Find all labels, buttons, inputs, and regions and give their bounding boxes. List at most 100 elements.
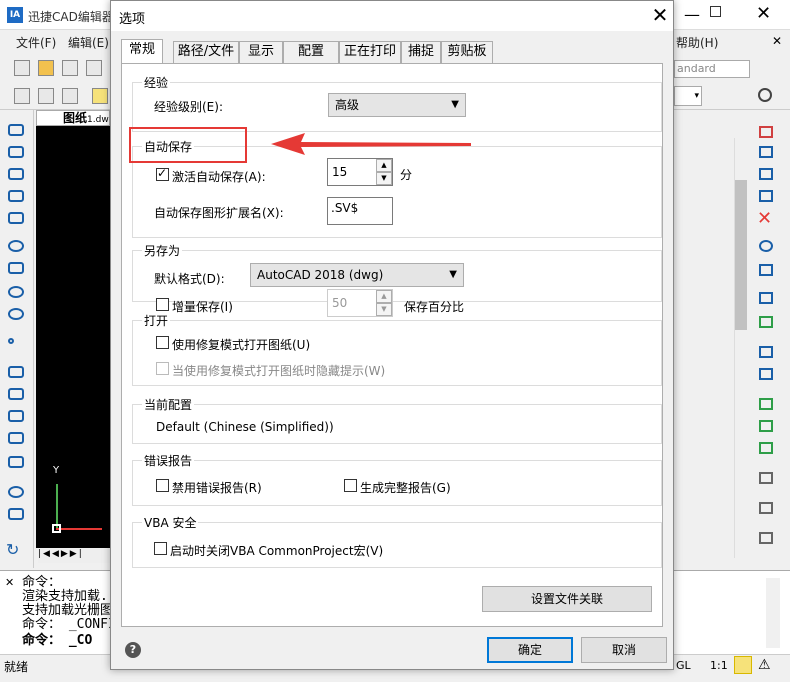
menu-help[interactable]: 帮助(H) xyxy=(676,34,718,51)
dialog-titlebar xyxy=(111,1,673,31)
array-tool-icon[interactable] xyxy=(759,346,773,358)
scale-tool-icon[interactable] xyxy=(759,398,773,410)
app-maximize-icon[interactable] xyxy=(710,6,721,17)
ok-button[interactable]: 确定 xyxy=(487,637,573,663)
sketch-tool-icon[interactable] xyxy=(8,212,24,224)
ellipse-arc-tool-icon[interactable] xyxy=(8,308,24,320)
cmd-scrollbar[interactable] xyxy=(766,578,780,648)
incremental-percent-label: 保存百分比 xyxy=(404,300,465,314)
layer-combo[interactable]: ▾ xyxy=(674,86,702,106)
tab-general[interactable]: 常规 xyxy=(121,39,163,63)
open-group-label: 打开 xyxy=(142,312,171,329)
autosave-ext-input[interactable]: .SV$ xyxy=(327,197,393,225)
tab-display[interactable]: 显示 xyxy=(239,41,283,63)
experience-level-select[interactable]: 高级 ▼ xyxy=(328,93,466,117)
save-icon[interactable] xyxy=(62,60,78,76)
arc-tool-icon[interactable] xyxy=(758,88,772,102)
incremental-save-checkbox[interactable] xyxy=(156,298,169,311)
rectangle-tool-icon[interactable] xyxy=(8,366,24,378)
cloud-tool-icon[interactable] xyxy=(8,456,24,468)
default-format-select[interactable]: AutoCAD 2018 (dwg) ▼ xyxy=(250,263,464,287)
polygon-tool-icon[interactable] xyxy=(8,410,24,422)
spin-up-icon[interactable]: ▲ xyxy=(376,159,392,172)
chart-tool-icon[interactable] xyxy=(759,502,773,514)
drawing-canvas[interactable] xyxy=(36,126,110,548)
multiline-tool-icon[interactable] xyxy=(8,168,24,180)
refresh-tool-icon[interactable]: ↻ xyxy=(6,540,19,559)
move-tool-icon[interactable] xyxy=(759,264,773,276)
explode-tool-icon[interactable] xyxy=(759,442,773,454)
layer-icon[interactable] xyxy=(14,88,30,104)
copy-multi-tool-icon[interactable] xyxy=(759,146,773,158)
mirror-tool-icon[interactable] xyxy=(759,292,773,304)
point-tool-icon[interactable] xyxy=(8,338,14,344)
menubar-close-icon[interactable]: ✕ xyxy=(772,34,782,48)
autosave-checkbox[interactable] xyxy=(156,166,169,181)
bulb-icon[interactable] xyxy=(92,88,108,104)
block-tool-icon[interactable] xyxy=(8,508,24,520)
properties-icon[interactable] xyxy=(62,88,78,104)
style-combo[interactable]: andard xyxy=(674,60,750,78)
circle-tool-icon[interactable] xyxy=(8,240,24,252)
repair-open-checkbox[interactable] xyxy=(156,336,169,349)
app-minimize-icon[interactable]: — xyxy=(684,5,700,24)
arc-left-tool-icon[interactable] xyxy=(8,262,24,274)
annotation-scale[interactable]: 1:1 xyxy=(710,659,728,672)
scroll-thumb[interactable] xyxy=(735,180,747,330)
vba-close-checkbox[interactable] xyxy=(154,542,167,555)
region-tool-icon[interactable] xyxy=(8,432,24,444)
layout-nav[interactable]: |◀◀▶▶| xyxy=(38,549,110,563)
tab-snap[interactable]: 捕捉 xyxy=(401,41,441,63)
full-report-checkbox[interactable] xyxy=(344,479,357,492)
help-icon[interactable]: ? xyxy=(125,642,141,658)
stretch-tool-icon[interactable] xyxy=(759,168,773,180)
dialog-close-icon[interactable]: ✕ xyxy=(647,3,673,29)
vba-group-label: VBA 安全 xyxy=(142,514,199,531)
status-gl: GL xyxy=(676,659,691,672)
annotation-auto-icon[interactable]: ⚠ xyxy=(758,657,771,673)
autosave-label: 激活自动保存(A): xyxy=(172,170,266,184)
polyline-tool-icon[interactable] xyxy=(8,146,24,158)
tab-profiles[interactable]: 配置 xyxy=(283,41,339,63)
print-icon[interactable] xyxy=(86,60,102,76)
spline-tool-icon[interactable] xyxy=(8,190,24,202)
menu-edit[interactable]: 编辑(E) xyxy=(68,34,109,51)
rotate-tool-icon[interactable] xyxy=(759,240,773,252)
copy-tool-icon[interactable] xyxy=(759,126,773,138)
star-icon[interactable] xyxy=(38,88,54,104)
offset-tool-icon[interactable] xyxy=(759,420,773,432)
donut-tool-icon[interactable] xyxy=(8,486,24,498)
tab-clipboard[interactable]: 剪贴板 xyxy=(441,41,493,63)
measure-tool-icon[interactable] xyxy=(759,532,773,544)
disable-error-report-checkbox[interactable] xyxy=(156,479,169,492)
trim-tool-icon[interactable] xyxy=(759,190,773,202)
errors-group-label: 错误报告 xyxy=(142,452,195,469)
hide-repair-prompt-checkbox[interactable] xyxy=(156,362,169,375)
incremental-percent-spinner[interactable]: 50 ▲ ▼ xyxy=(327,289,393,317)
tab-plotting[interactable]: 正在打印 xyxy=(339,41,401,63)
tab-paths[interactable]: 路径/文件 xyxy=(173,41,239,63)
cmd-close-icon[interactable]: ✕ xyxy=(5,576,14,589)
options-dialog: 选项 ✕ 常规 路径/文件 显示 配置 正在打印 捕捉 剪贴板 经验 经验级别(… xyxy=(110,0,674,670)
file-association-button[interactable]: 设置文件关联 xyxy=(482,586,652,612)
mirror-copy-tool-icon[interactable] xyxy=(759,316,773,328)
new-file-icon[interactable] xyxy=(14,60,30,76)
app-close-icon[interactable]: ✕ xyxy=(756,3,771,24)
ellipse-tool-icon[interactable] xyxy=(8,286,24,298)
cmd-input[interactable]: 命令： _CO xyxy=(22,634,92,648)
array-path-tool-icon[interactable] xyxy=(759,368,773,380)
menu-file[interactable]: 文件(F) xyxy=(16,34,56,51)
autosave-minutes-spinner[interactable]: 15 ▲ ▼ xyxy=(327,158,393,186)
open-folder-icon[interactable] xyxy=(38,60,54,76)
hatch-tool-icon[interactable] xyxy=(8,388,24,400)
box3d-tool-icon[interactable] xyxy=(759,472,773,484)
spin-up-icon[interactable]: ▲ xyxy=(376,290,392,303)
spin-down-icon[interactable]: ▼ xyxy=(376,172,392,185)
line-tool-icon[interactable] xyxy=(8,124,24,136)
delete-tool-icon[interactable]: ✕ xyxy=(757,208,772,229)
cancel-button[interactable]: 取消 xyxy=(581,637,667,663)
app-title: 迅捷CAD编辑器 xyxy=(28,10,114,24)
drawing-tab[interactable]: 图纸1.dw xyxy=(36,110,110,126)
annotation-visibility-icon[interactable] xyxy=(734,656,752,674)
spin-down-icon[interactable]: ▼ xyxy=(376,303,392,316)
